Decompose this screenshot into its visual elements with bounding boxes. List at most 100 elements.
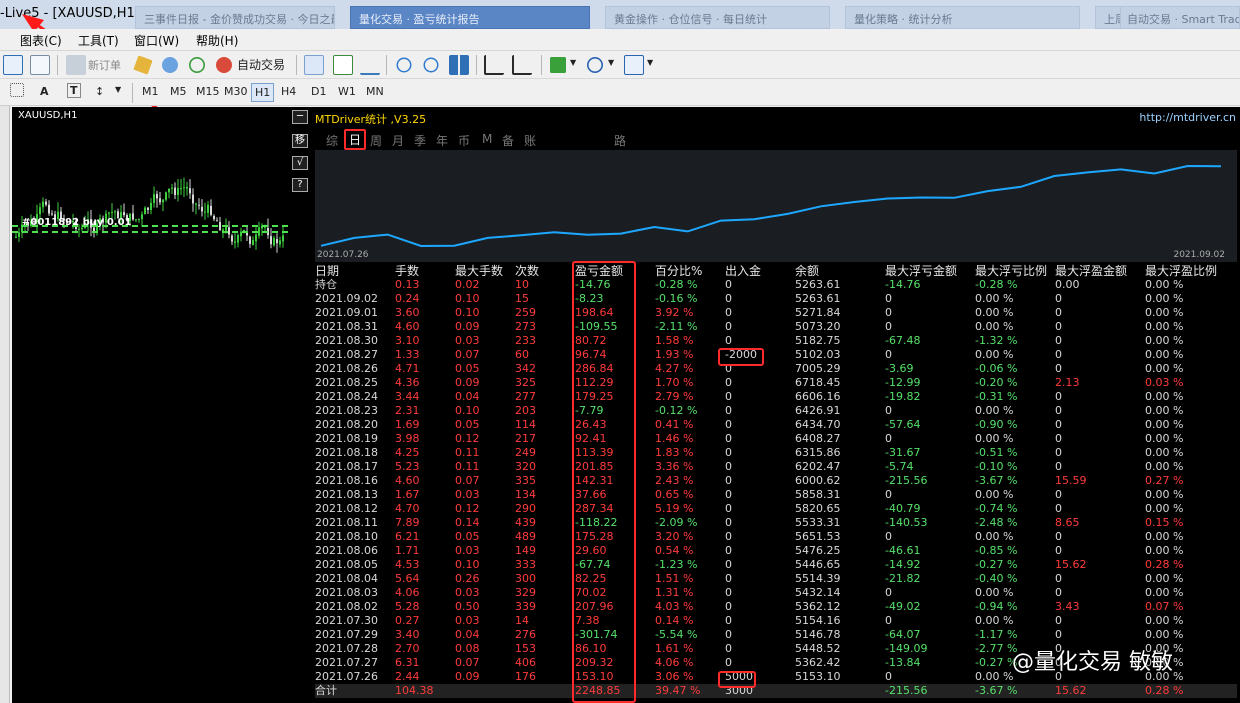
table-row[interactable]: 2021.08.31 4.60 0.09 273 -109.55 -2.11 % 0 5073… bbox=[315, 320, 1237, 334]
window-tab[interactable]: 自动交易 · Smart Trad bbox=[1120, 6, 1240, 29]
table-row[interactable]: 2021.08.10 6.21 0.05 489 175.28 3.20 % 0 5651.5… bbox=[315, 530, 1237, 544]
new-order-icon[interactable] bbox=[66, 55, 86, 75]
timeframe-h4[interactable]: H4 bbox=[281, 85, 296, 98]
crosshair-icon[interactable] bbox=[10, 83, 24, 97]
menu-help[interactable]: 帮助(H) bbox=[196, 32, 238, 49]
table-row[interactable]: 2021.09.02 0.24 0.10 15 -8.23 -0.16 % 0 5263.61… bbox=[315, 292, 1237, 306]
templates-icon[interactable] bbox=[624, 55, 644, 75]
indicators-icon[interactable] bbox=[550, 57, 566, 73]
timeframe-m15[interactable]: M15 bbox=[196, 85, 220, 98]
table-row[interactable]: 2021.09.01 3.60 0.10 259 198.64 3.92 % 0 5271.8… bbox=[315, 306, 1237, 320]
table-row[interactable]: 持仓 0.13 0.02 10 -14.76 -0.28 % 0 5263.61 -14.76-… bbox=[315, 278, 1237, 292]
column-header[interactable]: 最大浮盈金额 bbox=[1055, 264, 1127, 278]
signal-icon[interactable] bbox=[189, 57, 205, 73]
menu-tools[interactable]: 工具(T) bbox=[78, 32, 119, 49]
timeframe-mn[interactable]: MN bbox=[366, 85, 384, 98]
line-chart-icon[interactable] bbox=[360, 55, 380, 75]
timeframe-m1[interactable]: M1 bbox=[142, 85, 159, 98]
navigator-panel-edge[interactable] bbox=[0, 106, 10, 703]
table-row[interactable]: 2021.08.25 4.36 0.09 325 112.29 1.70 % 0 6718.4… bbox=[315, 376, 1237, 390]
table-row[interactable]: 2021.08.03 4.06 0.03 329 70.02 1.31 % 0 5432.14… bbox=[315, 586, 1237, 600]
column-header[interactable]: 余额 bbox=[795, 264, 819, 278]
chevron-down-icon[interactable]: ▼ bbox=[647, 58, 653, 67]
zoom-in-icon[interactable] bbox=[396, 57, 412, 73]
column-header[interactable]: 百分比% bbox=[655, 264, 702, 278]
chevron-down-icon[interactable]: ▼ bbox=[570, 58, 576, 67]
table-row[interactable]: 2021.08.12 4.70 0.12 290 287.34 5.19 % 0 5820.6… bbox=[315, 502, 1237, 516]
panel-url[interactable]: http://mtdriver.cn bbox=[1139, 111, 1236, 124]
move-button[interactable]: 移 bbox=[292, 134, 308, 148]
table-row[interactable]: 2021.08.23 2.31 0.10 203 -7.79 -0.12 % 0 6426.9… bbox=[315, 404, 1237, 418]
minimize-button[interactable]: ─ bbox=[292, 110, 308, 124]
column-header[interactable]: 最大手数 bbox=[455, 264, 503, 278]
tab-weekly[interactable]: 周 bbox=[370, 132, 382, 149]
column-header[interactable]: 次数 bbox=[515, 264, 539, 278]
text-icon[interactable]: A bbox=[40, 85, 49, 98]
table-row[interactable]: 2021.08.30 3.10 0.03 233 80.72 1.58 % 0 5182.75… bbox=[315, 334, 1237, 348]
tab-quarterly[interactable]: 季 bbox=[414, 132, 426, 149]
column-header[interactable]: 最大浮亏金额 bbox=[885, 264, 957, 278]
tab-yearly[interactable]: 年 bbox=[436, 132, 448, 149]
timeframe-m30[interactable]: M30 bbox=[224, 85, 248, 98]
window-tab-active[interactable]: 量化交易 · 盈亏统计报告 bbox=[350, 6, 590, 29]
tile-windows-icon[interactable] bbox=[449, 55, 469, 75]
tab-monthly[interactable]: 月 bbox=[392, 132, 404, 149]
table-row[interactable]: 2021.08.13 1.67 0.03 134 37.66 0.65 % 0 5858.31… bbox=[315, 488, 1237, 502]
table-row[interactable]: 2021.08.06 1.71 0.03 149 29.60 0.54 % 0 5476.25… bbox=[315, 544, 1237, 558]
tab-daily[interactable]: 日 bbox=[344, 129, 367, 150]
user-icon[interactable] bbox=[162, 57, 178, 73]
table-row[interactable]: 2021.08.11 7.89 0.14 439 -118.22 -2.09 % 0 5533… bbox=[315, 516, 1237, 530]
column-header[interactable]: 最大浮亏比例 bbox=[975, 264, 1047, 278]
text-label-icon[interactable]: T bbox=[67, 83, 81, 98]
window-tab[interactable]: 量化策略 · 统计分析 bbox=[845, 6, 1080, 29]
table-total-row[interactable]: 合计 104.38 2248.85 39.47 % 3000 -215.56 -3.67 %… bbox=[315, 684, 1237, 698]
table-row[interactable]: 2021.07.29 3.40 0.04 276 -301.74 -5.54 % 0 5146… bbox=[315, 628, 1237, 642]
timeframe-m5[interactable]: M5 bbox=[170, 85, 187, 98]
cell-ddp: -3.67 % bbox=[975, 684, 1018, 697]
new-chart-icon[interactable] bbox=[3, 55, 23, 75]
price-chart[interactable]: XAUUSD,H1 #0011892 buy 0.01 bbox=[12, 107, 312, 703]
column-header[interactable]: 出入金 bbox=[725, 264, 761, 278]
table-row[interactable]: 2021.08.04 5.64 0.26 300 82.25 1.51 % 0 5514.39… bbox=[315, 572, 1237, 586]
table-row[interactable]: 2021.08.20 1.69 0.05 114 26.43 0.41 % 0 6434.70… bbox=[315, 418, 1237, 432]
tab-overall[interactable]: 综 bbox=[326, 132, 338, 149]
timeframe-w1[interactable]: W1 bbox=[338, 85, 356, 98]
table-row[interactable]: 2021.08.27 1.33 0.07 60 96.74 1.93 % -2000 5102… bbox=[315, 348, 1237, 362]
table-row[interactable]: 2021.08.19 3.98 0.12 217 92.41 1.46 % 0 6408.27… bbox=[315, 432, 1237, 446]
tab-currency[interactable]: 币 bbox=[458, 132, 470, 149]
column-header[interactable]: 日期 bbox=[315, 264, 339, 278]
table-row[interactable]: 2021.08.26 4.71 0.05 342 286.84 4.27 % 0 7005.2… bbox=[315, 362, 1237, 376]
bar-chart-icon[interactable] bbox=[304, 55, 324, 75]
periods-icon[interactable] bbox=[587, 57, 603, 73]
column-header[interactable]: 手数 bbox=[395, 264, 419, 278]
tab-m[interactable]: M bbox=[482, 132, 492, 146]
table-row[interactable]: 2021.08.02 5.28 0.50 339 207.96 4.03 % 0 5362.1… bbox=[315, 600, 1237, 614]
chevron-down-icon[interactable]: ▼ bbox=[608, 58, 614, 67]
menu-window[interactable]: 窗口(W) bbox=[134, 32, 179, 49]
chevron-down-icon[interactable]: ▼ bbox=[115, 85, 121, 94]
tab-backup[interactable]: 备 bbox=[502, 132, 514, 149]
window-tab[interactable]: 黄金操作 · 仓位信号 · 每日统计 bbox=[605, 6, 830, 29]
timeframe-d1[interactable]: D1 bbox=[311, 85, 326, 98]
zoom-out-icon[interactable] bbox=[423, 57, 439, 73]
auto-trading-button[interactable]: 自动交易 bbox=[237, 56, 285, 73]
autoscroll-icon[interactable] bbox=[512, 55, 532, 75]
gold-icon[interactable] bbox=[133, 55, 153, 75]
table-row[interactable]: 2021.08.17 5.23 0.11 320 201.85 3.36 % 0 6202.4… bbox=[315, 460, 1237, 474]
table-row[interactable]: 2021.08.18 4.25 0.11 249 113.39 1.83 % 0 6315.8… bbox=[315, 446, 1237, 460]
chart-shift-icon[interactable] bbox=[484, 55, 504, 75]
timeframe-h1[interactable]: H1 bbox=[251, 83, 275, 102]
candlestick-icon[interactable] bbox=[333, 55, 353, 75]
table-row[interactable]: 2021.08.16 4.60 0.07 335 142.31 2.43 % 0 6000.6… bbox=[315, 474, 1237, 488]
arrows-icon[interactable]: ↕ bbox=[95, 85, 104, 98]
table-row[interactable]: 2021.07.30 0.27 0.03 14 7.38 0.14 % 0 5154.16 0 0… bbox=[315, 614, 1237, 628]
help-button[interactable]: ? bbox=[292, 178, 308, 192]
profiles-icon[interactable] bbox=[30, 55, 50, 75]
column-header[interactable]: 最大浮盈比例 bbox=[1145, 264, 1217, 278]
table-row[interactable]: 2021.08.05 4.53 0.10 333 -67.74 -1.23 % 0 5446.… bbox=[315, 558, 1237, 572]
confirm-button[interactable]: √ bbox=[292, 156, 308, 170]
menu-charts[interactable]: 图表(C) bbox=[20, 32, 62, 49]
table-row[interactable]: 2021.08.24 3.44 0.04 277 179.25 2.79 % 0 6606.1… bbox=[315, 390, 1237, 404]
auto-trading-icon[interactable] bbox=[216, 57, 232, 73]
new-order-button[interactable]: 新订单 bbox=[88, 57, 121, 73]
